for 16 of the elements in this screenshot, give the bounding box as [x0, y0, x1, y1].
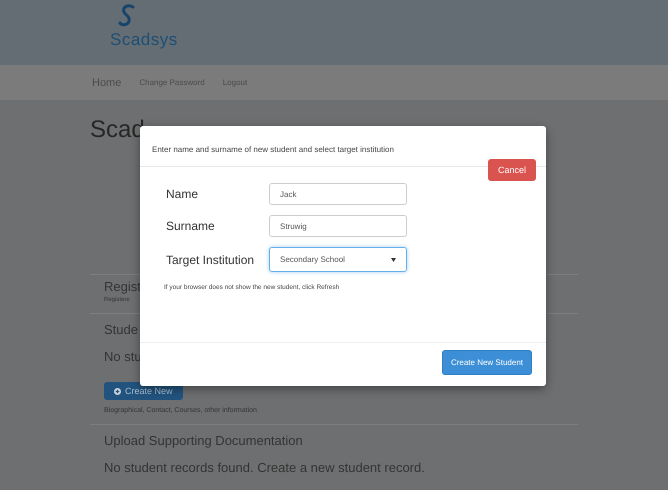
create-student-button[interactable]: Create New Student	[442, 350, 532, 375]
logo-text: Scadsys	[110, 30, 178, 50]
section-heading: Stude	[104, 322, 138, 337]
dropdown[interactable]: Secondary School	[269, 247, 407, 272]
field-label: Name	[166, 187, 200, 201]
field-label: Surname	[166, 219, 216, 233]
text-field[interactable]: Jack	[269, 183, 407, 205]
text-field[interactable]: Struwig	[269, 215, 407, 237]
field-label: Target Institution	[166, 252, 256, 266]
cancel-button[interactable]: Cancel	[488, 159, 536, 181]
section-heading: Upload Supporting Documentation	[104, 433, 303, 448]
plus-circle-icon	[114, 388, 121, 394]
status-text: No student records found. Create a new student record.	[104, 460, 425, 475]
logo-swoosh-icon	[118, 4, 136, 28]
caret-icon	[391, 258, 396, 262]
section-heading: Regist	[104, 279, 141, 294]
